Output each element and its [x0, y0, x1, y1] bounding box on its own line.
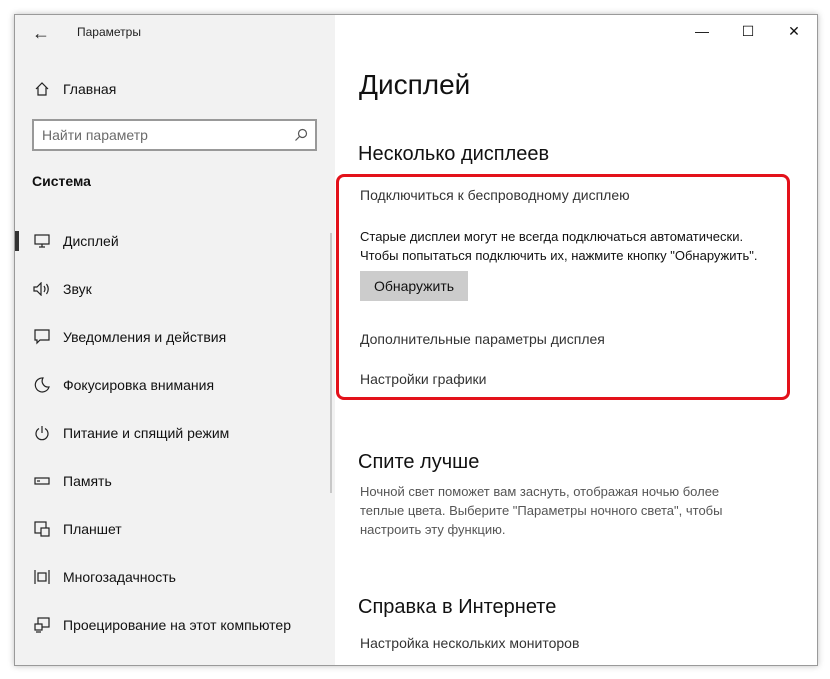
search-field[interactable] [32, 119, 317, 151]
search-input[interactable] [34, 126, 287, 144]
sidebar-item-label: Память [63, 473, 112, 489]
close-button[interactable]: ✕ [771, 15, 817, 47]
sidebar-item-label: Фокусировка внимания [63, 377, 215, 393]
tablet-icon [31, 521, 53, 537]
sidebar-item-focus-assist[interactable]: Фокусировка внимания [15, 361, 335, 409]
home-label: Главная [63, 81, 117, 97]
home-icon [31, 81, 53, 97]
maximize-button[interactable]: ☐ [725, 15, 771, 47]
multiple-displays-heading: Несколько дисплеев [358, 143, 550, 165]
sidebar-item-projecting[interactable]: Проецирование на этот компьютер [15, 601, 335, 649]
highlight-annotation [336, 174, 790, 400]
speaker-icon [31, 282, 53, 296]
notification-icon [31, 329, 53, 345]
minimize-button[interactable]: — [679, 15, 725, 47]
sidebar-scrollbar[interactable] [330, 233, 332, 493]
sidebar-item-label: Звук [63, 281, 92, 297]
back-button[interactable]: ← [25, 21, 57, 45]
sidebar-item-storage[interactable]: Память [15, 457, 335, 505]
sidebar-item-label: Уведомления и действия [63, 329, 227, 345]
sleep-better-heading: Спите лучше [358, 451, 480, 473]
minimize-icon: — [695, 23, 709, 39]
page-title: Дисплей [359, 69, 471, 100]
sidebar-item-label: Планшет [63, 521, 122, 537]
sidebar-item-notifications[interactable]: Уведомления и действия [15, 313, 335, 361]
window-controls: — ☐ ✕ [679, 15, 817, 47]
close-icon: ✕ [788, 22, 800, 39]
night-light-description: Ночной свет поможет вам заснуть, отображ… [360, 484, 723, 537]
sidebar-item-power[interactable]: Питание и спящий режим [15, 409, 335, 457]
help-heading: Справка в Интернете [358, 596, 557, 618]
window-title: Параметры [77, 25, 141, 39]
sidebar-item-label: Многозадачность [63, 569, 176, 585]
home-nav-item[interactable]: Главная [31, 79, 116, 99]
maximize-icon: ☐ [741, 22, 755, 39]
sidebar-item-label: Проецирование на этот компьютер [63, 617, 291, 633]
projecting-icon [31, 617, 53, 633]
sidebar-nav: Дисплей Звук Уведомления и действия Фоку… [15, 217, 335, 649]
multitasking-icon [31, 569, 53, 585]
back-arrow-icon: ← [32, 22, 50, 43]
sidebar-item-label: Питание и спящий режим [63, 425, 230, 441]
sidebar-item-label: Дисплей [63, 233, 119, 249]
search-icon[interactable] [287, 128, 315, 142]
multiple-monitors-help-link[interactable]: Настройка нескольких мониторов [360, 635, 579, 651]
sidebar-item-tablet[interactable]: Планшет [15, 505, 335, 553]
monitor-icon [31, 234, 53, 248]
section-title: Система [32, 173, 91, 189]
moon-icon [31, 377, 53, 393]
storage-icon [31, 476, 53, 486]
sidebar-item-sound[interactable]: Звук [15, 265, 335, 313]
sidebar-item-display[interactable]: Дисплей [15, 217, 335, 265]
sidebar: ← Параметры Главная Система Дисплей [15, 15, 335, 665]
sidebar-item-multitasking[interactable]: Многозадачность [15, 553, 335, 601]
power-icon [31, 425, 53, 441]
